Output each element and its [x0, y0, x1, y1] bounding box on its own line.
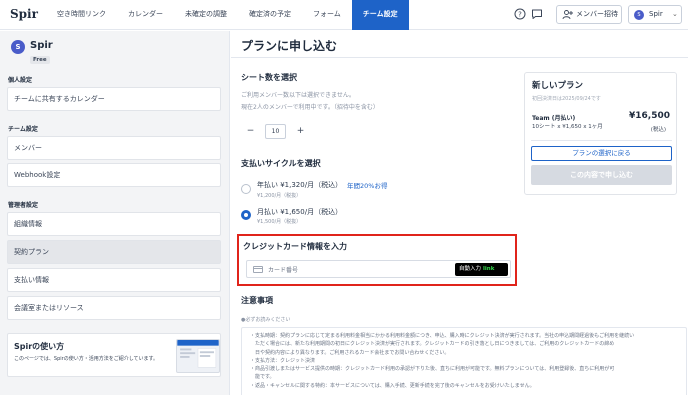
nav-team-settings[interactable]: チーム設定 [351, 0, 409, 30]
sidebar-item-shared-calendar[interactable]: チームに共有するカレンダー [7, 87, 221, 111]
new-plan-card: 新しいプラン 初回決済日は2025/09/24です Team (月払い) 10シ… [524, 72, 677, 195]
note-line: ・支払時期：契約プランに応じて定まる利用料金相当にかかる利用料金額につき、申込、… [250, 333, 635, 339]
notes-box: ・支払時期：契約プランに応じて定まる利用料金相当にかかる利用料金額につき、申込、… [241, 327, 687, 395]
note-line: ・支払方法：クレジット決済 [250, 357, 316, 364]
main-content: プランに申し込む シート数を選択 ご利用メンバー数以下は選択できません。 現在2… [231, 31, 688, 395]
plan-detail: 10シート x ¥1,650 x 1ヶ月 [532, 124, 603, 130]
help-icon[interactable]: ? [514, 8, 526, 20]
sidebar-item-members[interactable]: メンバー [7, 136, 221, 160]
autofill-link-button[interactable]: 自動入力 link [455, 263, 508, 276]
seat-count-title: シート数を選択 [241, 73, 297, 82]
seat-note-current: 現在2人のメンバーで利用中です。（招待中を含む） [241, 104, 379, 111]
nav-unconfirmed[interactable]: 未確定の調整 [174, 0, 238, 30]
sidebar-item-contract-plan[interactable]: 契約プラン [7, 240, 221, 264]
first-billing-date: 初回決済日は2025/09/24です [532, 96, 601, 102]
top-header: Spir 空き時間リンク カレンダー 未確定の調整 確定済の予定 フォーム チー… [0, 0, 688, 30]
invite-member-button[interactable]: メンバー招待 [556, 5, 622, 24]
notes-title: 注意事項 [241, 296, 273, 305]
annual-option-label[interactable]: 年払い ¥1,320/月（税込） [257, 180, 342, 190]
sidebar-item-organization[interactable]: 組織情報 [7, 212, 221, 236]
how-to-promo[interactable]: Spirの使い方 このページでは、Spirの使い方・活用方法をご紹介しています。 [7, 333, 221, 377]
monthly-option-label[interactable]: 月払い ¥1,650/月（税込） [257, 207, 342, 217]
section-team-settings: チーム設定 [8, 126, 38, 133]
account-avatar: S [634, 10, 644, 20]
note-line: ・商品引渡しまたはサービス提供の時期：クレジットカード利用の承認が下りた後、直ち… [250, 366, 615, 373]
chat-icon[interactable] [531, 8, 543, 20]
annual-radio[interactable] [241, 184, 251, 194]
credit-card-section: クレジットカード情報を入力 カード番号 自動入力 link [237, 234, 517, 286]
sidebar-item-rooms-resources[interactable]: 会議室またはリソース [7, 296, 221, 320]
seat-count-stepper: − 10 + [241, 122, 310, 141]
spir-logo[interactable]: Spir [10, 7, 38, 21]
chevron-down-icon: ⌄ [672, 10, 678, 18]
plan-divider [531, 140, 672, 141]
nav-forms[interactable]: フォーム [302, 0, 352, 30]
sidebar-item-payment[interactable]: 支払い情報 [7, 268, 221, 292]
account-name: Spir [649, 10, 663, 18]
seat-increment-button[interactable]: + [291, 122, 310, 141]
seat-decrement-button[interactable]: − [241, 122, 260, 141]
annual-discount-badge: 年間20%お得 [347, 182, 388, 190]
apply-button[interactable]: この内容で申し込む [531, 165, 672, 185]
sidebar-item-webhook[interactable]: Webhook設定 [7, 163, 221, 187]
main-nav: 空き時間リンク カレンダー 未確定の調整 確定済の予定 フォーム チーム設定 [46, 0, 409, 30]
page-title: プランに申し込む [241, 39, 338, 53]
note-line: ・返品・キャンセルに関する特約：本サービスについては、購入手続、更新手続を完了後… [250, 382, 535, 389]
notes-subtitle: ●必ずお読みください [241, 317, 291, 323]
promo-title: Spirの使い方 [14, 342, 65, 351]
workspace-name: Spir [30, 40, 53, 51]
seat-note-min: ご利用メンバー数以下は選択できません。 [241, 92, 355, 99]
link-brand-label: link [483, 266, 495, 272]
credit-card-title: クレジットカード情報を入力 [243, 242, 347, 251]
promo-text: このページでは、Spirの使い方・活用方法をご紹介しています。 [14, 356, 159, 362]
nav-confirmed[interactable]: 確定済の予定 [238, 0, 302, 30]
billing-cycle-title: 支払いサイクルを選択 [241, 159, 321, 168]
promo-thumbnail-image [176, 339, 220, 373]
monthly-option-sub: ¥1,500/月（税抜） [257, 219, 302, 225]
annual-option-sub: ¥1,200/月（税抜） [257, 193, 302, 199]
credit-card-icon [253, 266, 263, 273]
invite-label: メンバー招待 [576, 10, 618, 18]
autofill-label: 自動入力 [459, 266, 482, 272]
seat-count-input[interactable]: 10 [265, 124, 286, 139]
back-to-plan-selection-button[interactable]: プランの選択に戻る [531, 146, 672, 161]
plan-tax-note: (税込) [650, 127, 666, 133]
workspace-avatar: S [11, 40, 25, 54]
title-divider [231, 57, 688, 58]
nav-availability-link[interactable]: 空き時間リンク [46, 0, 117, 30]
card-number-field[interactable]: カード番号 自動入力 link [246, 260, 511, 278]
svg-text:?: ? [518, 11, 522, 19]
account-menu-button[interactable]: S Spir ⌄ [628, 5, 682, 24]
plan-price: ¥16,500 [629, 111, 670, 121]
settings-sidebar: S Spir Free 個人設定 チームに共有するカレンダー チーム設定 メンバ… [0, 31, 230, 395]
note-line: 日や契約内容により異なります。ご利用されるカード会社までお問い合わせください。 [250, 349, 450, 356]
nav-calendar[interactable]: カレンダー [117, 0, 174, 30]
plan-name: Team (月払い) [532, 115, 576, 122]
plan-card-title: 新しいプラン [532, 81, 584, 91]
monthly-radio[interactable] [241, 210, 251, 220]
plan-badge: Free [30, 56, 50, 64]
note-line: ただく場合には、新たな利用期間の初日にクレジット決済が実行されます。クレジットカ… [250, 341, 615, 348]
section-admin-settings: 管理者設定 [8, 202, 39, 209]
section-personal-settings: 個人設定 [8, 77, 33, 84]
add-user-icon [562, 10, 573, 20]
note-line: 能です。 [250, 374, 275, 381]
card-number-placeholder: カード番号 [268, 267, 299, 274]
